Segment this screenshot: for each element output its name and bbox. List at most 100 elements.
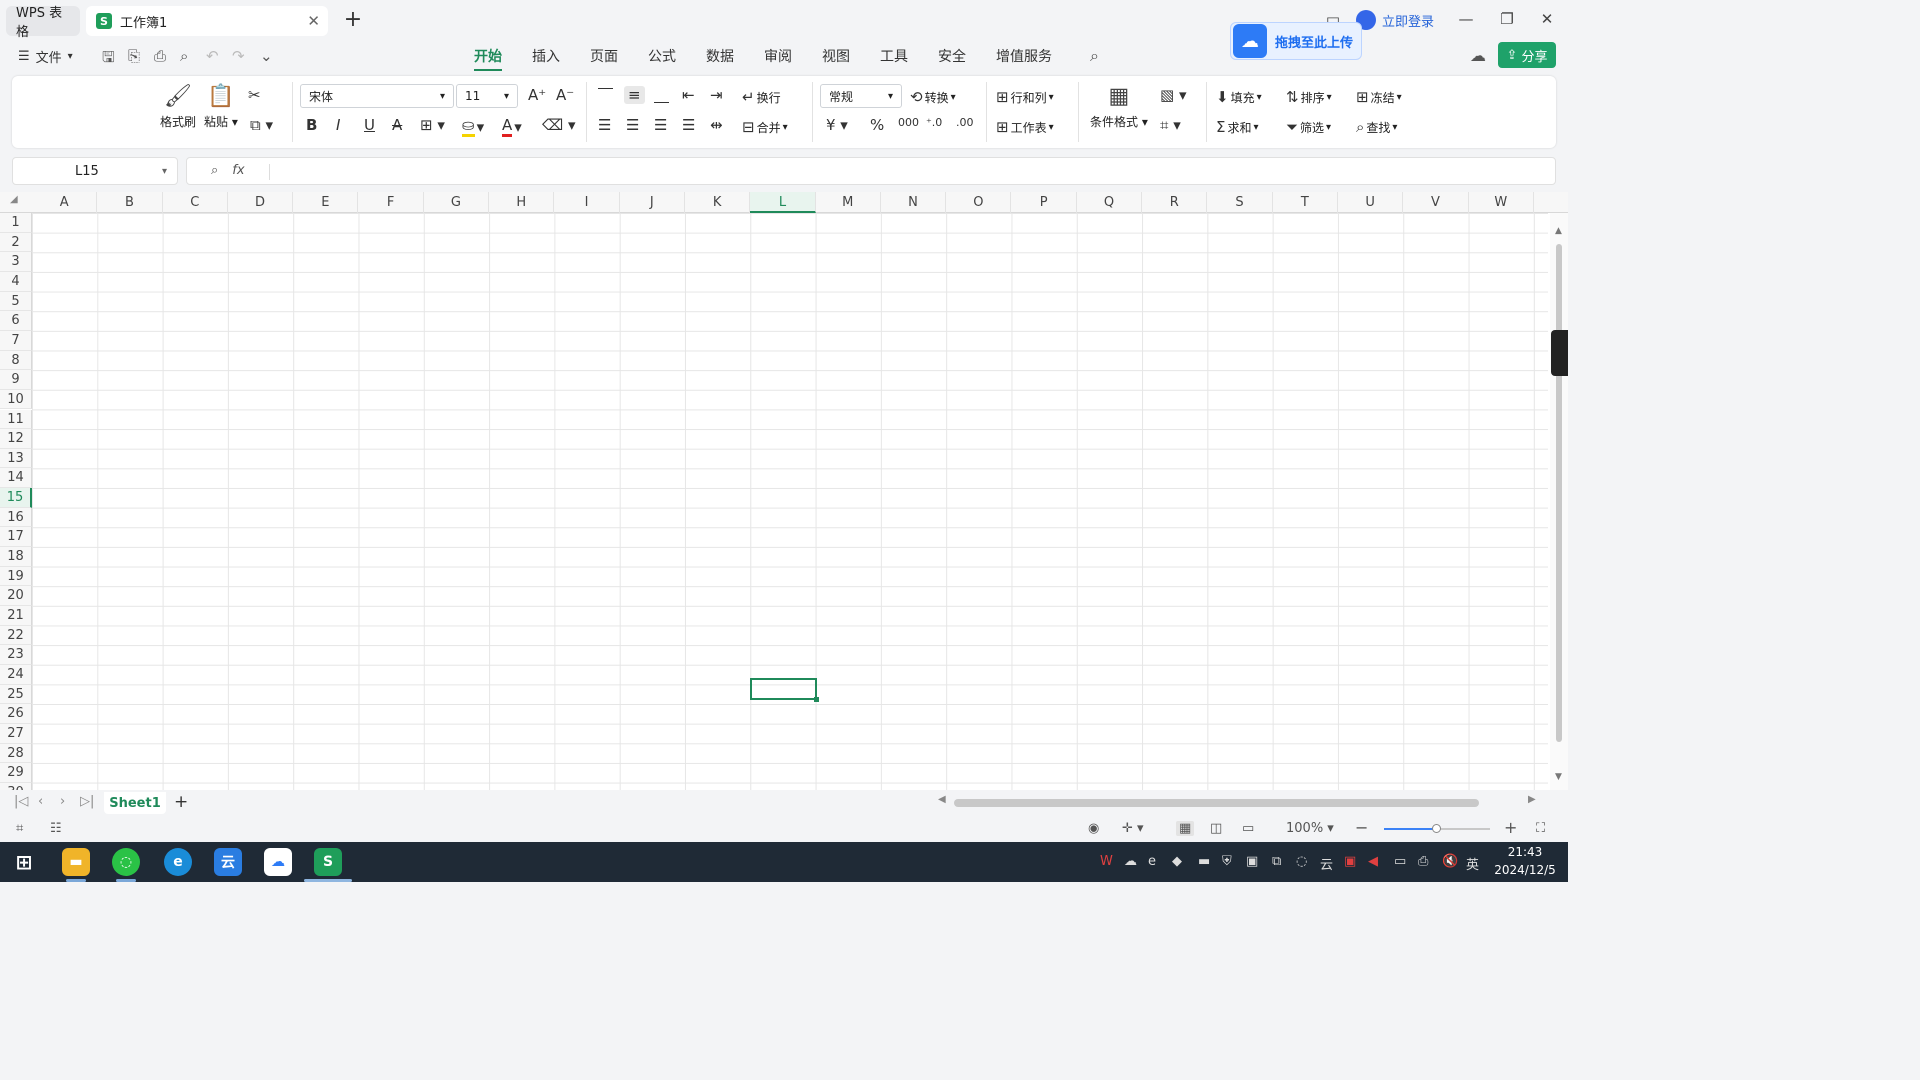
column-header[interactable]: A xyxy=(32,192,98,213)
scroll-up-icon[interactable]: ▲ xyxy=(1555,226,1562,236)
clear-format-icon[interactable]: ⌫ ▾ xyxy=(542,116,576,134)
page-break-view-icon[interactable]: ◫ xyxy=(1210,821,1222,836)
crosshair-icon[interactable]: ✛ ▾ xyxy=(1122,821,1144,836)
tab-security[interactable]: 安全 xyxy=(938,46,966,66)
close-window-button[interactable]: ✕ xyxy=(1536,10,1558,32)
cell-style-icon[interactable]: ▧ ▾ xyxy=(1160,86,1186,104)
convert-button[interactable]: ⟲ 转换 ▾ xyxy=(910,88,956,106)
wps-spreadsheet-icon[interactable]: S xyxy=(314,848,342,876)
row-header[interactable]: 24 xyxy=(0,664,32,685)
volume-muted-icon[interactable]: 🔇 xyxy=(1442,854,1458,869)
column-header[interactable]: O xyxy=(946,192,1012,213)
conditional-format-button[interactable]: ▦ 条件格式 ▾ xyxy=(1090,84,1148,130)
currency-icon[interactable]: ¥ ▾ xyxy=(826,116,848,134)
row-header[interactable]: 26 xyxy=(0,704,32,724)
row-header[interactable]: 15 xyxy=(0,488,32,508)
horizontal-scrollbar-thumb[interactable] xyxy=(954,799,1479,807)
row-header[interactable]: 27 xyxy=(0,723,32,744)
active-cell[interactable] xyxy=(750,678,819,702)
column-header[interactable]: B xyxy=(97,192,163,213)
wechat-tray-icon[interactable]: ◌ xyxy=(1296,854,1307,869)
side-panel-handle[interactable] xyxy=(1551,330,1568,376)
row-header[interactable]: 12 xyxy=(0,429,32,449)
column-header[interactable]: G xyxy=(424,192,490,213)
number-format-select[interactable]: 常规 ▾ xyxy=(820,84,902,108)
fill-button[interactable]: ⬇ 填充 ▾ xyxy=(1216,88,1262,106)
next-sheet-icon[interactable]: › xyxy=(60,794,65,809)
undo-icon[interactable]: ↶ xyxy=(206,47,219,65)
row-header[interactable]: 8 xyxy=(0,350,32,371)
column-header[interactable]: Q xyxy=(1077,192,1143,213)
tab-tools[interactable]: 工具 xyxy=(880,46,908,66)
column-header[interactable]: H xyxy=(489,192,555,213)
cut-icon[interactable]: ✂ xyxy=(248,86,261,104)
file-menu[interactable]: ☰ 文件 ▾ xyxy=(18,47,73,66)
folder-tray-icon[interactable]: ▬ xyxy=(1198,854,1210,869)
thousands-icon[interactable]: 000 xyxy=(898,116,919,129)
sort-button[interactable]: ⇅ 排序 ▾ xyxy=(1286,88,1332,106)
fill-color-icon[interactable]: ⛀ ▾ xyxy=(462,116,484,137)
rows-cols-button[interactable]: ⊞ 行和列 ▾ xyxy=(996,88,1054,106)
row-header[interactable]: 14 xyxy=(0,468,32,489)
row-header[interactable]: 17 xyxy=(0,527,32,548)
edge-browser-icon[interactable]: e xyxy=(164,848,192,876)
name-box[interactable]: L15 ▾ xyxy=(12,157,178,185)
font-size-select[interactable]: 11 ▾ xyxy=(456,84,518,108)
search-icon[interactable]: ⌕ xyxy=(1090,46,1099,66)
row-header[interactable]: 11 xyxy=(0,409,32,430)
shield-tray-icon[interactable]: ⛨ xyxy=(1222,854,1232,869)
cell-area[interactable] xyxy=(32,213,1548,790)
windows-start-icon[interactable]: ⊞ xyxy=(10,848,38,876)
column-header[interactable]: R xyxy=(1142,192,1208,213)
copy-icon[interactable]: ⧉ ▾ xyxy=(250,116,273,134)
row-header[interactable]: 20 xyxy=(0,586,32,606)
crop-icon[interactable]: ⌗ ▾ xyxy=(1160,116,1181,134)
column-header[interactable]: E xyxy=(293,192,359,213)
row-header[interactable]: 4 xyxy=(0,271,32,292)
doc-info-icon[interactable]: ☷ xyxy=(50,821,62,836)
row-header[interactable]: 19 xyxy=(0,566,32,587)
minimize-button[interactable]: — xyxy=(1455,10,1477,32)
worksheet-button[interactable]: ⊞ 工作表 ▾ xyxy=(996,118,1054,136)
netdisk-tray-icon[interactable]: ☁ xyxy=(1124,854,1137,869)
row-header[interactable]: 2 xyxy=(0,232,32,253)
find-button[interactable]: ⌕ 查找 ▾ xyxy=(1356,118,1397,136)
network-icon[interactable]: ⎙ xyxy=(1418,854,1428,869)
video-tray-icon[interactable]: ▣ xyxy=(1246,854,1258,869)
row-header[interactable]: 21 xyxy=(0,606,32,626)
column-header[interactable]: C xyxy=(163,192,228,213)
column-header[interactable]: U xyxy=(1338,192,1404,213)
column-header[interactable]: J xyxy=(620,192,685,213)
normal-view-icon[interactable]: ▦ xyxy=(1176,821,1195,836)
borders-icon[interactable]: ⊞ ▾ xyxy=(420,116,445,134)
distribute-icon[interactable]: ⇹ xyxy=(710,116,723,134)
speaker-alert-icon[interactable]: ◀ xyxy=(1368,854,1378,869)
insert-function-icon[interactable]: fx xyxy=(232,163,244,178)
restore-button[interactable]: ❐ xyxy=(1496,10,1518,32)
zoom-select[interactable]: 100% ▾ xyxy=(1286,821,1334,836)
cloud-tray-icon[interactable]: 云 xyxy=(1320,854,1333,873)
paste-button[interactable]: 📋 粘贴 ▾ xyxy=(204,84,238,130)
cloud-sync-icon[interactable]: ☁ xyxy=(1470,46,1486,65)
column-header[interactable]: V xyxy=(1403,192,1469,213)
tab-home[interactable]: 开始 xyxy=(474,46,502,71)
wechat-icon[interactable]: ◌ xyxy=(112,848,140,876)
cloud-app-icon[interactable]: 云 xyxy=(214,848,242,876)
row-header[interactable]: 29 xyxy=(0,763,32,783)
customize-quickbar-icon[interactable]: ⌄ xyxy=(260,47,273,65)
filter-button[interactable]: ⏷ 筛选 ▾ xyxy=(1286,118,1331,136)
export-pdf-icon[interactable]: ⎘ xyxy=(128,47,140,65)
scroll-down-icon[interactable]: ▼ xyxy=(1555,772,1562,782)
wrap-text-button[interactable]: ↵ 换行 xyxy=(742,88,781,106)
battery-icon[interactable]: ▭ xyxy=(1394,854,1406,869)
align-middle-icon[interactable]: ≡ xyxy=(624,86,645,104)
align-top-icon[interactable]: ⎺ xyxy=(598,86,613,104)
font-name-select[interactable]: 宋体 ▾ xyxy=(300,84,454,108)
column-header[interactable]: L xyxy=(750,192,816,213)
justify-icon[interactable]: ☰ xyxy=(682,116,695,134)
tab-data[interactable]: 数据 xyxy=(706,46,734,66)
column-header[interactable]: T xyxy=(1273,192,1338,213)
row-header[interactable]: 18 xyxy=(0,547,32,567)
new-tab-button[interactable]: + xyxy=(340,8,366,34)
row-header[interactable]: 22 xyxy=(0,625,32,646)
